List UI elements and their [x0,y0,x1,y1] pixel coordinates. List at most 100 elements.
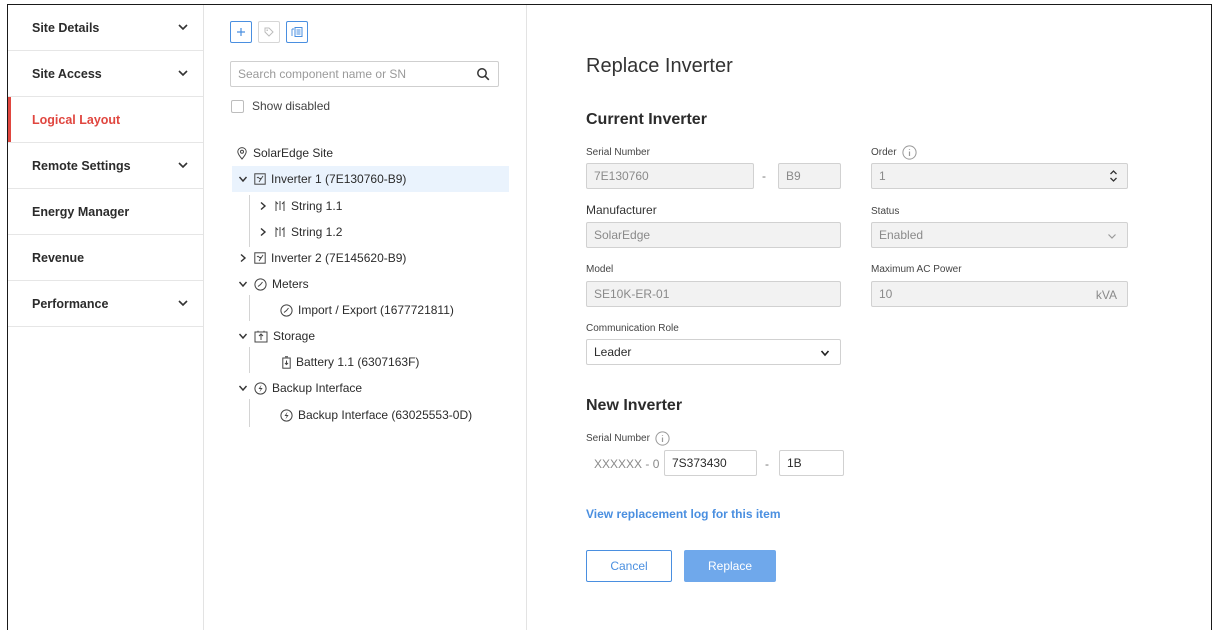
chevron-down-icon[interactable] [238,279,248,289]
communication-role-select[interactable]: Leader [586,339,841,365]
status-select: Enabled [871,222,1128,248]
max-ac-power-value: 10 [879,287,893,301]
new-serial-separator: - [765,457,769,471]
tree-node-storage[interactable]: Storage [238,323,315,349]
stepper-arrows-icon[interactable] [1109,169,1118,183]
chevron-down-icon [178,70,188,77]
plus-icon [237,28,245,36]
model-label: Model [586,264,614,275]
sidebar: Site Details Site Access Logical Layout … [8,5,204,630]
new-serial-value: 7S373430 [672,456,727,470]
order-label: Order [871,145,917,160]
replace-button[interactable]: Replace [684,550,776,582]
tag-component-button[interactable] [258,21,280,43]
sidebar-item-performance[interactable]: Performance [8,281,203,327]
new-serial-input[interactable]: 7S373430 [664,450,757,476]
order-value: 1 [879,169,886,183]
tree-node-backup-interface[interactable]: Backup Interface [238,375,362,401]
max-ac-power-unit: kVA [1095,288,1117,302]
serial-number-label: Serial Number [586,147,650,158]
tree-node-label: String 1.2 [291,225,343,239]
battery-icon [282,355,291,369]
tree-toolbar [230,21,308,43]
model-value: SE10K-ER-01 [594,287,670,301]
sidebar-item-label: Revenue [32,250,85,265]
manufacturer-field: SolarEdge [586,222,841,248]
tree-node-site[interactable]: SolarEdge Site [236,140,333,166]
new-inverter-heading: New Inverter [586,397,683,414]
sidebar-item-site-access[interactable]: Site Access [8,51,203,97]
layout-view-button[interactable] [286,21,308,43]
app-frame: Site Details Site Access Logical Layout … [7,4,1212,630]
chevron-down-icon [820,350,830,357]
tree-node-inverter-2[interactable]: Inverter 2 (7E145620-B9) [238,245,406,271]
sidebar-item-label: Remote Settings [32,158,131,173]
tree-node-battery[interactable]: Battery 1.1 (6307163F) [282,349,419,375]
tree-node-inverter-1[interactable]: Inverter 1 (7E130760-B9) [232,166,509,192]
chevron-down-icon[interactable] [238,331,248,341]
tree-node-label: Battery 1.1 (6307163F) [296,355,420,369]
status-value: Enabled [879,228,924,242]
show-disabled-checkbox[interactable] [231,99,244,113]
cancel-button[interactable]: Cancel [586,550,672,582]
component-search-input[interactable] [230,61,499,87]
chevron-right-icon[interactable] [258,201,268,211]
chevron-right-icon[interactable] [238,253,248,263]
inverter-icon [254,173,266,185]
string-icon [275,226,285,237]
show-disabled-label: Show disabled [252,99,331,113]
sidebar-item-logical-layout[interactable]: Logical Layout [8,97,203,143]
tree-guide-line [249,399,250,427]
tree-node-meters[interactable]: Meters [238,271,309,297]
sidebar-item-revenue[interactable]: Revenue [8,235,203,281]
order-label-text: Order [871,147,897,158]
tree-node-label: String 1.1 [291,199,343,213]
component-tree-panel: Show disabled SolarEdge Site Inverter 1 … [204,5,527,630]
search-icon[interactable] [476,67,490,81]
chevron-right-icon[interactable] [258,227,268,237]
communication-role-label: Communication Role [586,323,679,334]
replace-inverter-panel: Replace Inverter Current Inverter Serial… [528,5,1211,630]
current-serial-value: 7E130760 [594,169,649,183]
tree-node-string-1-1[interactable]: String 1.1 [258,193,342,219]
tree-node-label: Inverter 1 (7E130760-B9) [271,172,407,186]
tree-node-backup-interface-child[interactable]: Backup Interface (63025553-0D) [280,402,472,428]
tree-node-import-export[interactable]: Import / Export (1677721811) [280,297,454,323]
current-serial-suffix-value: B9 [786,169,801,183]
new-serial-suffix-input[interactable]: 1B [779,450,844,476]
current-inverter-heading: Current Inverter [586,111,707,128]
meter-icon [254,277,267,291]
communication-role-value: Leader [594,345,632,359]
tree-node-label: Backup Interface [272,381,363,395]
sidebar-item-label: Performance [32,296,109,311]
chevron-down-icon[interactable] [238,383,248,393]
meter-icon [280,303,293,317]
info-icon[interactable] [901,145,917,160]
show-disabled-toggle: Show disabled [231,99,330,113]
tree-guide-line [249,295,250,321]
max-ac-power-field: 10 kVA [871,281,1128,307]
tree-guide-line [249,347,250,373]
sidebar-item-label: Energy Manager [32,204,130,219]
tree-guide-line [249,195,250,247]
view-replacement-log-link[interactable]: View replacement log for this item [586,507,781,521]
chevron-down-icon [178,162,188,169]
order-stepper[interactable]: 1 [871,163,1128,189]
chevron-down-icon[interactable] [238,174,248,184]
tree-node-label: Storage [273,329,316,343]
sidebar-item-remote-settings[interactable]: Remote Settings [8,143,203,189]
add-component-button[interactable] [230,21,252,43]
serial-number-label-text: Serial Number [586,147,650,158]
sidebar-item-energy-manager[interactable]: Energy Manager [8,189,203,235]
info-icon[interactable] [655,431,670,446]
current-serial-suffix-field: B9 [778,163,841,189]
tree-node-label: Inverter 2 (7E145620-B9) [271,251,407,265]
page-title: Replace Inverter [586,55,733,77]
sidebar-item-site-details[interactable]: Site Details [8,5,203,51]
chevron-down-icon [178,24,188,31]
tree-node-label: SolarEdge Site [253,146,334,160]
location-pin-icon [237,146,247,160]
sidebar-item-label: Site Access [32,66,102,81]
chevron-down-icon [1108,234,1116,239]
tree-node-string-1-2[interactable]: String 1.2 [258,219,342,245]
